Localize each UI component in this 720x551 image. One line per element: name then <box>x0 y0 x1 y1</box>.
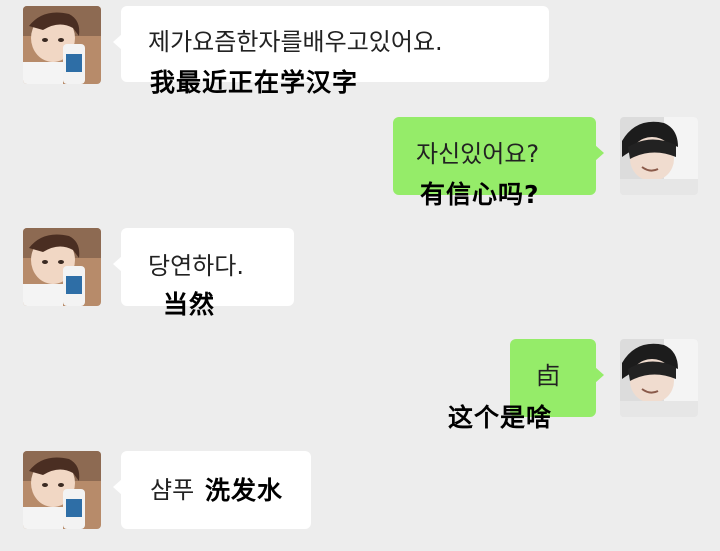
left-avatar[interactable] <box>23 451 101 529</box>
bubble-tail <box>113 34 122 50</box>
girl-avatar-icon <box>23 228 101 306</box>
message-annotation: 洗发水 <box>205 476 284 505</box>
message-annotation: 这个是啥 <box>448 403 553 432</box>
message-annotation: 有信心吗? <box>420 180 540 209</box>
message-text: 자신있어요? <box>416 140 540 168</box>
bubble-tail <box>595 367 604 383</box>
boy-avatar-icon <box>620 339 698 417</box>
bubble-tail <box>595 145 604 161</box>
girl-avatar-icon <box>23 6 101 84</box>
message-text: 샴푸 <box>150 476 195 504</box>
message-annotation: 我最近正在学汉字 <box>150 68 359 97</box>
bubble-tail <box>113 479 122 495</box>
girl-avatar-icon <box>23 451 101 529</box>
message-text: 제가요즘한자를배우고있어요. <box>148 28 443 56</box>
chat-area: 제가요즘한자를배우고있어요. 我最近正在学汉字 자신있어요? 有信心吗? 당연하… <box>0 0 720 551</box>
bubble-tail <box>113 256 122 272</box>
message-annotation: 当然 <box>163 290 216 319</box>
boy-avatar-icon <box>620 117 698 195</box>
left-avatar[interactable] <box>23 6 101 84</box>
right-avatar[interactable] <box>620 339 698 417</box>
message-text: 당연하다. <box>148 252 244 280</box>
message-text: 卣 <box>536 362 560 390</box>
left-avatar[interactable] <box>23 228 101 306</box>
right-avatar[interactable] <box>620 117 698 195</box>
